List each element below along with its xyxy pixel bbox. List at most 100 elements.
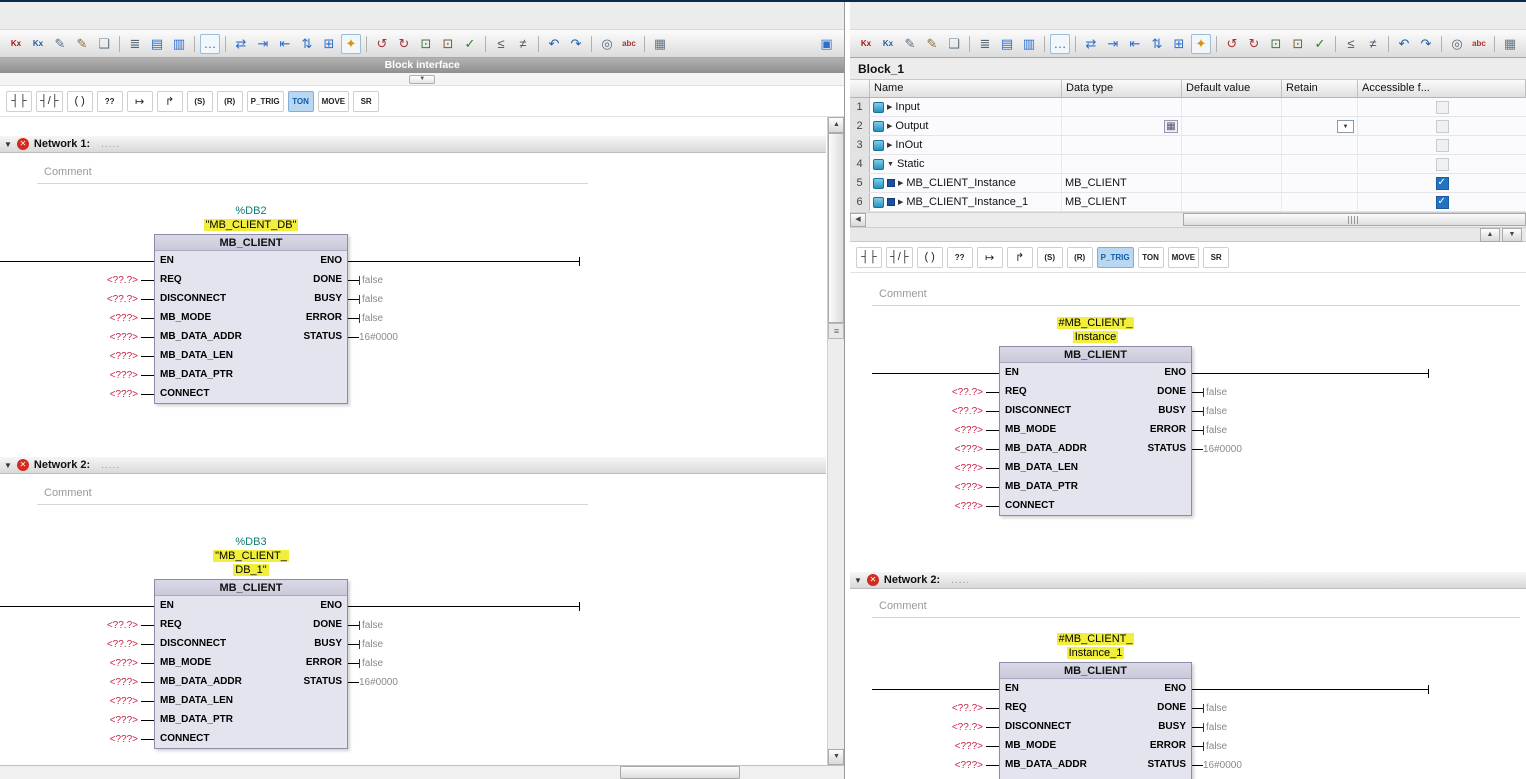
split-editor-icon[interactable]: ▣ [816, 34, 836, 54]
expand-arrow-icon[interactable]: ▶ [898, 179, 903, 187]
invert-rlo-icon[interactable]: ⇅ [1147, 34, 1167, 54]
block-pin-row[interactable]: MB_DATA_ADDRSTATUS [155, 672, 347, 691]
datatype-cell[interactable]: ▦ [1062, 155, 1182, 173]
mb-client-block[interactable]: MB_CLIENT ENENOREQDONEDISCONNECTBUSYMB_M… [154, 579, 348, 749]
block-instance-operand[interactable]: #MB_CLIENT_ [1057, 317, 1135, 329]
block-pin-row[interactable]: DISCONNECTBUSY [155, 289, 347, 308]
network-comment[interactable]: Comment [872, 285, 1520, 306]
pin-operand[interactable]: <??.?> [0, 635, 154, 654]
block-instance-operand[interactable]: "MB_CLIENT_ [213, 550, 289, 562]
update-block-calls-icon[interactable]: ⇄ [1081, 34, 1101, 54]
favorite-empty-box-icon[interactable]: ?? [97, 91, 123, 112]
block-pin-row[interactable]: MB_DATA_ADDRSTATUS [155, 327, 347, 346]
remove-input-icon[interactable]: ⇤ [275, 34, 295, 54]
favorite-ton-icon[interactable]: TON [1138, 247, 1164, 268]
toolbar-icon[interactable] [1388, 36, 1389, 52]
retain-cell[interactable]: ▼ [1282, 136, 1358, 154]
define-tag-icon[interactable]: Kx [6, 34, 26, 54]
block-pin-row[interactable]: MB_MODEERROR [1000, 420, 1191, 439]
datatype-cell[interactable]: MB_CLIENT ▦ [1062, 193, 1182, 211]
favorite-close-branch-icon[interactable]: ↱ [157, 91, 183, 112]
pin-operand[interactable]: <??.?> [872, 383, 999, 402]
favorite-nc-contact-icon[interactable]: ┤/├ [36, 91, 63, 112]
expand-arrow-icon[interactable]: ▶ [887, 122, 892, 130]
block-properties-icon[interactable]: ▦ [650, 34, 670, 54]
copy-snapshot-icon[interactable]: ⊡ [1288, 34, 1308, 54]
toolbar-icon[interactable] [644, 36, 645, 52]
favorite-reset-coil-icon[interactable]: (R) [217, 91, 243, 112]
pin-operand[interactable]: <???> [872, 737, 999, 756]
favorite-no-contact-icon[interactable]: ┤├ [856, 247, 882, 268]
favorite-ton-icon[interactable]: TON [288, 91, 314, 112]
splitter-up-button[interactable]: ▲ [1480, 228, 1500, 242]
insert-empty-box-icon[interactable]: ⊞ [319, 34, 339, 54]
pin-operand[interactable]: <???> [872, 775, 999, 779]
favorite-set-coil-icon[interactable]: (S) [187, 91, 213, 112]
block-pin-row[interactable]: MB_DATA_ADDRSTATUS [1000, 755, 1191, 774]
pin-operand[interactable]: <???> [0, 711, 154, 730]
network-list-icon[interactable]: ≣ [975, 34, 995, 54]
pin-operand[interactable]: <???> [872, 421, 999, 440]
block-pin-row[interactable]: ENENO [155, 251, 347, 270]
datatype-cell[interactable]: MB_CLIENT ▦ [1062, 174, 1182, 192]
block-properties-icon[interactable]: ▦ [1500, 34, 1520, 54]
favorite-coil-icon[interactable]: ( ) [67, 91, 93, 112]
accessible-cell[interactable] [1358, 98, 1526, 116]
mb-client-block[interactable]: MB_CLIENT ENENOREQDONEDISCONNECTBUSYMB_M… [154, 234, 348, 404]
block-pin-row[interactable]: MB_DATA_PTR [155, 365, 347, 384]
paste-network-icon[interactable]: ❏ [94, 34, 114, 54]
pin-operand[interactable]: <??.?> [872, 402, 999, 421]
block-pin-row[interactable]: MB_DATA_LEN [155, 346, 347, 365]
interface-row[interactable]: 6 ▶ MB_CLIENT_Instance_1 MB_CLIENT ▦ ▼ [850, 193, 1526, 212]
pin-operand[interactable]: <???> [872, 459, 999, 478]
block-pin-row[interactable]: ENENO [1000, 679, 1191, 698]
close-all-networks-icon[interactable]: ▥ [1019, 34, 1039, 54]
network-2-header[interactable]: ▼ ✕ Network 2: ..... [0, 456, 826, 474]
default-value-cell[interactable] [1182, 136, 1282, 154]
rename-tag-icon[interactable]: Kx [28, 34, 48, 54]
block-pin-row[interactable]: MB_MODEERROR [155, 653, 347, 672]
go-to-icon[interactable]: ◎ [597, 34, 617, 54]
favorite-move-icon[interactable]: MOVE [318, 91, 350, 112]
copy-snapshot-icon[interactable]: ⊡ [438, 34, 458, 54]
toolbar-icon[interactable] [538, 36, 539, 52]
splitter-down-button[interactable]: ▼ [1502, 228, 1522, 242]
block-pin-row[interactable]: MB_MODEERROR [155, 308, 347, 327]
name-cell[interactable]: ▼ Static [870, 155, 1062, 173]
favorite-close-branch-icon[interactable]: ↱ [1007, 247, 1033, 268]
show-favorites-icon[interactable]: ✦ [1191, 34, 1211, 54]
load-snapshot-icon[interactable]: ⊡ [416, 34, 436, 54]
block-instance-operand[interactable]: DB_1" [233, 564, 268, 576]
reset-all-retain-icon[interactable]: ↻ [394, 34, 414, 54]
block-pin-row[interactable]: MB_DATA_ADDRSTATUS [1000, 439, 1191, 458]
block-pin-row[interactable]: MB_DATA_PTR [1000, 477, 1191, 496]
previous-error-icon[interactable]: ↶ [1394, 34, 1414, 54]
pin-operand[interactable]: <???> [0, 673, 154, 692]
default-value-cell[interactable] [1182, 117, 1282, 135]
interface-row[interactable]: 3 ▶ InOut ▦ ▼ [850, 136, 1526, 155]
favorite-p-trig-icon[interactable]: P_TRIG [1097, 247, 1134, 268]
pin-operand[interactable]: <???> [0, 654, 154, 673]
block-pin-row[interactable]: MB_DATA_LEN [155, 691, 347, 710]
block-pin-row[interactable]: CONNECT [1000, 496, 1191, 515]
pin-operand[interactable] [0, 252, 154, 271]
column-header-name[interactable]: Name [870, 80, 1062, 97]
toolbar-icon[interactable] [1075, 36, 1076, 52]
datatype-cell[interactable]: ▦ [1062, 117, 1182, 135]
favorite-no-contact-icon[interactable]: ┤├ [6, 91, 32, 112]
block-pin-row[interactable]: DISCONNECTBUSY [1000, 717, 1191, 736]
toolbar-icon[interactable] [1335, 36, 1336, 52]
scrollbar-track[interactable] [866, 213, 1526, 227]
name-cell[interactable]: ▶ InOut [870, 136, 1062, 154]
remove-input-icon[interactable]: ⇤ [1125, 34, 1145, 54]
pin-operand[interactable]: <???> [0, 328, 154, 347]
load-snapshot-icon[interactable]: ⊡ [1266, 34, 1286, 54]
favorite-empty-box-icon[interactable]: ?? [947, 247, 973, 268]
column-header-default[interactable]: Default value [1182, 80, 1282, 97]
retain-cell[interactable]: ▼ [1282, 117, 1358, 135]
block-pin-row[interactable]: CONNECT [155, 384, 347, 403]
open-all-networks-icon[interactable]: ▤ [147, 34, 167, 54]
favorite-sr-icon[interactable]: SR [353, 91, 379, 112]
toolbar-icon[interactable] [1494, 36, 1495, 52]
default-value-cell[interactable] [1182, 155, 1282, 173]
